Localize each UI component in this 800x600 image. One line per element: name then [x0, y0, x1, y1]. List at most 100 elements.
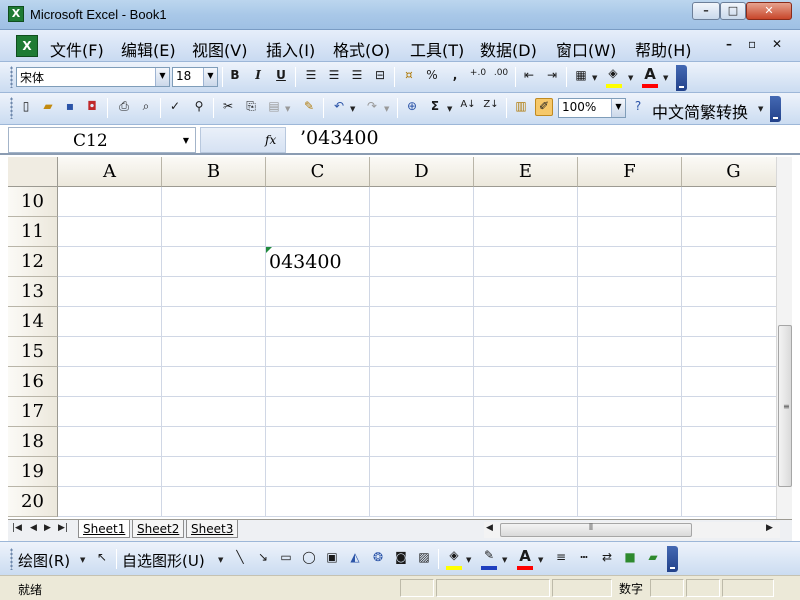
cell-e20[interactable] [474, 487, 578, 517]
clip-art-icon[interactable]: ◙ [392, 550, 410, 568]
column-header-f[interactable]: F [578, 157, 682, 187]
cut-icon[interactable]: ✂ [219, 99, 237, 117]
column-header-a[interactable]: A [58, 157, 162, 187]
chevron-down-icon[interactable]: ▼ [218, 556, 223, 564]
cell-b15[interactable] [162, 337, 266, 367]
cell-e16[interactable] [474, 367, 578, 397]
line-color-icon[interactable]: ✎ [480, 548, 498, 566]
redo-icon[interactable]: ↷ [363, 99, 381, 117]
cell-b11[interactable] [162, 217, 266, 247]
menu-format[interactable]: 格式(O) [333, 37, 390, 61]
percent-button[interactable]: % [423, 68, 441, 86]
cell-g16[interactable] [682, 367, 776, 397]
row-header-12[interactable]: 12 [8, 247, 58, 277]
chevron-down-icon[interactable]: ▼ [183, 136, 189, 145]
cell-c17[interactable] [266, 397, 370, 427]
italic-button[interactable]: I [249, 68, 267, 86]
cell-c14[interactable] [266, 307, 370, 337]
chinese-conversion-button[interactable]: 中文简繁转换 [652, 99, 748, 123]
currency-icon[interactable]: ¤ [400, 68, 418, 86]
chevron-down-icon[interactable]: ▼ [285, 105, 290, 113]
align-left-icon[interactable]: ☰ [302, 68, 320, 86]
chart-wizard-icon[interactable]: ▥ [512, 99, 530, 117]
column-header-b[interactable]: B [162, 157, 266, 187]
cell-c11[interactable] [266, 217, 370, 247]
menu-data[interactable]: 数据(D) [480, 37, 537, 61]
next-sheet-icon[interactable]: ▶ [44, 523, 51, 533]
text-box-icon[interactable]: ▣ [323, 550, 341, 568]
maximize-button[interactable]: □ [720, 2, 746, 20]
cell-d17[interactable] [370, 397, 474, 427]
new-icon[interactable]: ▯ [17, 99, 35, 117]
drawing-toggle-icon[interactable]: ✐ [535, 98, 553, 116]
oval-icon[interactable]: ◯ [300, 550, 318, 568]
vertical-scroll-thumb[interactable]: ≡ [778, 325, 792, 487]
cell-d14[interactable] [370, 307, 474, 337]
cell-g17[interactable] [682, 397, 776, 427]
toolbar-grip[interactable] [10, 548, 13, 570]
decrease-decimal-icon[interactable]: .00 [492, 68, 510, 86]
chevron-down-icon[interactable]: ▼ [384, 105, 389, 113]
cell-f12[interactable] [578, 247, 682, 277]
cell-e13[interactable] [474, 277, 578, 307]
spelling-icon[interactable]: ✓ [166, 99, 184, 117]
increase-indent-icon[interactable]: ⇥ [543, 68, 561, 86]
underline-button[interactable]: U [272, 68, 290, 86]
sheet-tab-3[interactable]: Sheet3 [186, 520, 239, 538]
select-all-button[interactable] [8, 157, 58, 187]
font-size-select[interactable]: 18 ▼ [172, 67, 218, 87]
cell-c18[interactable] [266, 427, 370, 457]
chevron-down-icon[interactable]: ▼ [592, 74, 597, 82]
last-sheet-icon[interactable]: ▶| [58, 523, 68, 533]
cell-g19[interactable] [682, 457, 776, 487]
prev-sheet-icon[interactable]: ◀ [30, 523, 37, 533]
menu-window[interactable]: 窗口(W) [556, 37, 616, 61]
scroll-left-icon[interactable]: ◀ [486, 523, 493, 533]
horizontal-scroll-thumb[interactable]: ⦀ [500, 523, 692, 537]
increase-decimal-icon[interactable]: +.0 [469, 68, 487, 86]
cell-a12[interactable] [58, 247, 162, 277]
save-icon[interactable]: ▪ [61, 99, 79, 117]
cell-e11[interactable] [474, 217, 578, 247]
cell-d19[interactable] [370, 457, 474, 487]
cell-g13[interactable] [682, 277, 776, 307]
align-right-icon[interactable]: ☰ [348, 68, 366, 86]
autosum-button[interactable]: Σ [426, 99, 444, 117]
toolbar-options-button[interactable] [676, 65, 687, 91]
cell-c15[interactable] [266, 337, 370, 367]
sort-ascending-icon[interactable]: A↓ [459, 99, 477, 117]
cell-f19[interactable] [578, 457, 682, 487]
cell-a20[interactable] [58, 487, 162, 517]
toolbar-grip[interactable] [10, 97, 13, 119]
paste-icon[interactable]: ▤ [265, 99, 283, 117]
menu-file[interactable]: 文件(F) [50, 37, 104, 61]
chevron-down-icon[interactable]: ▼ [80, 556, 85, 564]
chevron-down-icon[interactable]: ▼ [663, 74, 668, 82]
cell-c10[interactable] [266, 187, 370, 217]
row-header-11[interactable]: 11 [8, 217, 58, 247]
cell-f18[interactable] [578, 427, 682, 457]
cell-b19[interactable] [162, 457, 266, 487]
format-painter-icon[interactable]: ✎ [300, 99, 318, 117]
picture-icon[interactable]: ▨ [415, 550, 433, 568]
row-header-13[interactable]: 13 [8, 277, 58, 307]
cell-g12[interactable] [682, 247, 776, 277]
cell-e14[interactable] [474, 307, 578, 337]
wordart-icon[interactable]: ◭ [346, 550, 364, 568]
cell-d18[interactable] [370, 427, 474, 457]
chevron-down-icon[interactable]: ▼ [611, 99, 625, 117]
workbook-close-button[interactable]: ✕ [772, 37, 782, 51]
cell-d16[interactable] [370, 367, 474, 397]
menu-view[interactable]: 视图(V) [192, 37, 247, 61]
chevron-down-icon[interactable]: ▼ [628, 74, 633, 82]
formula-input[interactable]: ’043400 [300, 127, 379, 149]
column-header-d[interactable]: D [370, 157, 474, 187]
cell-d12[interactable] [370, 247, 474, 277]
print-preview-icon[interactable]: ⌕ [137, 99, 155, 117]
menu-help[interactable]: 帮助(H) [635, 37, 692, 61]
column-header-c[interactable]: C [266, 157, 370, 187]
row-header-14[interactable]: 14 [8, 307, 58, 337]
vertical-scrollbar[interactable]: ≡ [776, 157, 792, 519]
cell-f11[interactable] [578, 217, 682, 247]
sheet-tab-2[interactable]: Sheet2 [132, 520, 185, 538]
